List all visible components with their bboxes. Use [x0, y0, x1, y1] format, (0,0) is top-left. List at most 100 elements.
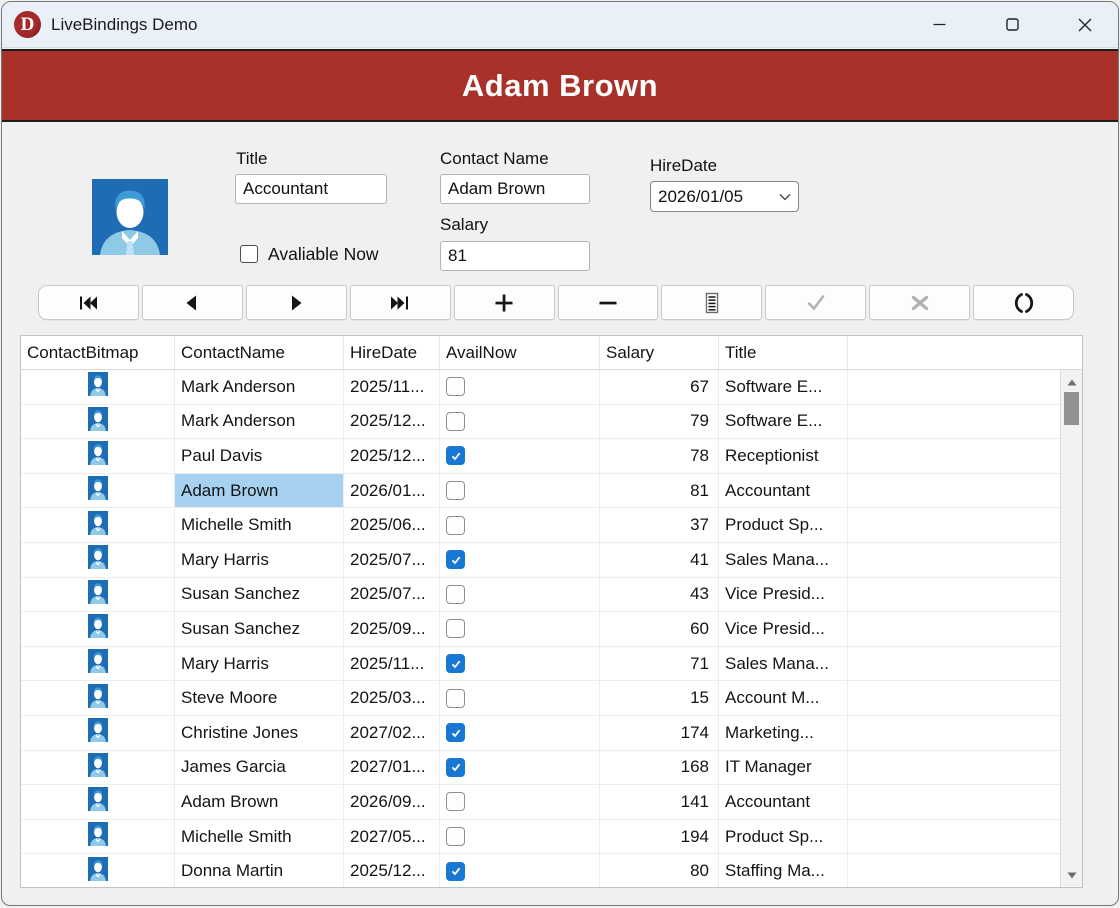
cell-contact-bitmap[interactable] — [21, 612, 175, 646]
cell-hire-date[interactable]: 2025/09... — [344, 612, 440, 646]
cell-salary[interactable]: 43 — [600, 578, 719, 612]
cell-contact-bitmap[interactable] — [21, 405, 175, 439]
cell-salary[interactable]: 41 — [600, 543, 719, 577]
cell-avail-now[interactable] — [440, 785, 600, 819]
salary-input[interactable] — [440, 241, 590, 271]
nav-next-button[interactable] — [246, 285, 347, 320]
cell-contact-bitmap[interactable] — [21, 681, 175, 715]
cell-avail-now[interactable] — [440, 405, 600, 439]
cell-hire-date[interactable]: 2025/12... — [344, 854, 440, 887]
cell-salary[interactable]: 71 — [600, 647, 719, 681]
cell-contact-bitmap[interactable] — [21, 474, 175, 508]
cell-salary[interactable]: 37 — [600, 508, 719, 542]
cell-contact-bitmap[interactable] — [21, 854, 175, 887]
column-header-hiredate[interactable]: HireDate — [344, 336, 440, 369]
cell-avail-now[interactable] — [440, 820, 600, 854]
cell-contact-name[interactable]: Mary Harris — [175, 647, 344, 681]
cell-hire-date[interactable]: 2025/07... — [344, 578, 440, 612]
cell-contact-name[interactable]: Mark Anderson — [175, 370, 344, 404]
cell-contact-bitmap[interactable] — [21, 578, 175, 612]
scrollbar-thumb[interactable] — [1064, 392, 1079, 425]
cell-salary[interactable]: 141 — [600, 785, 719, 819]
avail-now-checkbox[interactable] — [446, 377, 465, 396]
cell-contact-name[interactable]: Susan Sanchez — [175, 578, 344, 612]
cell-salary[interactable]: 67 — [600, 370, 719, 404]
cell-hire-date[interactable]: 2025/12... — [344, 439, 440, 473]
avail-now-checkbox[interactable] — [446, 481, 465, 500]
avail-now-checkbox[interactable] — [446, 792, 465, 811]
cell-salary[interactable]: 194 — [600, 820, 719, 854]
avail-now-checkbox[interactable] — [446, 758, 465, 777]
cell-salary[interactable]: 78 — [600, 439, 719, 473]
cell-hire-date[interactable]: 2027/02... — [344, 716, 440, 750]
column-header-availnow[interactable]: AvailNow — [440, 336, 600, 369]
cell-salary[interactable]: 168 — [600, 751, 719, 785]
cell-contact-name[interactable]: Adam Brown — [175, 785, 344, 819]
cell-contact-name[interactable]: Adam Brown — [175, 474, 344, 508]
cell-contact-name[interactable]: Michelle Smith — [175, 820, 344, 854]
cell-salary[interactable]: 80 — [600, 854, 719, 887]
cell-avail-now[interactable] — [440, 508, 600, 542]
nav-refresh-button[interactable] — [973, 285, 1074, 320]
cell-hire-date[interactable]: 2025/07... — [344, 543, 440, 577]
cell-title[interactable]: Accountant — [719, 785, 848, 819]
cell-contact-name[interactable]: Mary Harris — [175, 543, 344, 577]
minimize-button[interactable] — [916, 3, 962, 47]
cell-title[interactable]: Vice Presid... — [719, 612, 848, 646]
cell-title[interactable]: IT Manager — [719, 751, 848, 785]
cell-avail-now[interactable] — [440, 612, 600, 646]
cell-title[interactable]: Software E... — [719, 405, 848, 439]
column-header-salary[interactable]: Salary — [600, 336, 719, 369]
cell-contact-bitmap[interactable] — [21, 716, 175, 750]
cell-title[interactable]: Software E... — [719, 370, 848, 404]
cell-avail-now[interactable] — [440, 578, 600, 612]
contact-name-input[interactable] — [440, 174, 590, 204]
grid-scrollbar[interactable] — [1060, 370, 1082, 887]
hire-date-combobox[interactable]: 2026/01/05 — [650, 181, 799, 212]
cell-title[interactable]: Vice Presid... — [719, 578, 848, 612]
cell-salary[interactable]: 79 — [600, 405, 719, 439]
cell-contact-bitmap[interactable] — [21, 508, 175, 542]
avail-now-checkbox[interactable] — [446, 412, 465, 431]
scroll-down-icon[interactable] — [1061, 867, 1082, 883]
cell-hire-date[interactable]: 2025/12... — [344, 405, 440, 439]
avail-now-checkbox[interactable] — [446, 862, 465, 881]
nav-first-button[interactable] — [38, 285, 139, 320]
cell-avail-now[interactable] — [440, 543, 600, 577]
nav-insert-button[interactable] — [454, 285, 555, 320]
cell-hire-date[interactable]: 2025/11... — [344, 370, 440, 404]
cell-salary[interactable]: 60 — [600, 612, 719, 646]
cell-title[interactable]: Receptionist — [719, 439, 848, 473]
cell-contact-name[interactable]: Steve Moore — [175, 681, 344, 715]
cell-title[interactable]: Accountant — [719, 474, 848, 508]
cell-contact-bitmap[interactable] — [21, 543, 175, 577]
cell-hire-date[interactable]: 2027/05... — [344, 820, 440, 854]
cell-contact-name[interactable]: Paul Davis — [175, 439, 344, 473]
cell-contact-name[interactable]: James Garcia — [175, 751, 344, 785]
cell-title[interactable]: Staffing Ma... — [719, 854, 848, 887]
cell-hire-date[interactable]: 2025/11... — [344, 647, 440, 681]
nav-delete-button[interactable] — [558, 285, 659, 320]
cell-title[interactable]: Product Sp... — [719, 820, 848, 854]
avail-now-checkbox[interactable] — [446, 827, 465, 846]
nav-prior-button[interactable] — [142, 285, 243, 320]
cell-title[interactable]: Account M... — [719, 681, 848, 715]
cell-title[interactable]: Sales Mana... — [719, 647, 848, 681]
cell-contact-name[interactable]: Christine Jones — [175, 716, 344, 750]
nav-edit-button[interactable] — [661, 285, 762, 320]
cell-avail-now[interactable] — [440, 854, 600, 887]
cell-hire-date[interactable]: 2025/06... — [344, 508, 440, 542]
cell-avail-now[interactable] — [440, 647, 600, 681]
nav-last-button[interactable] — [350, 285, 451, 320]
avail-now-checkbox[interactable] — [446, 723, 465, 742]
avail-now-checkbox[interactable] — [446, 550, 465, 569]
nav-cancel-button[interactable] — [869, 285, 970, 320]
cell-hire-date[interactable]: 2026/01... — [344, 474, 440, 508]
maximize-button[interactable] — [989, 3, 1035, 47]
available-now-checkbox[interactable] — [240, 245, 258, 263]
cell-contact-bitmap[interactable] — [21, 820, 175, 854]
cell-contact-bitmap[interactable] — [21, 785, 175, 819]
cell-title[interactable]: Product Sp... — [719, 508, 848, 542]
cell-contact-bitmap[interactable] — [21, 439, 175, 473]
cell-contact-name[interactable]: Michelle Smith — [175, 508, 344, 542]
